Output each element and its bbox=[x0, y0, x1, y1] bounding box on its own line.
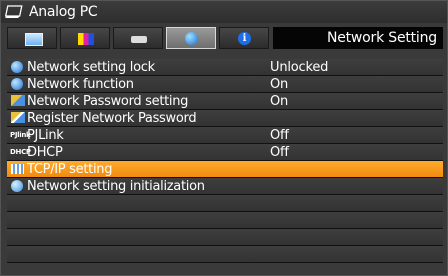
menu-item-value: Off bbox=[270, 145, 289, 160]
network-function-icon bbox=[11, 78, 23, 90]
network-settings-menu: Analog PC i Network Setting Network sett… bbox=[0, 0, 448, 276]
empty-row bbox=[7, 212, 443, 229]
tab-network[interactable] bbox=[166, 27, 216, 49]
menu-item-pjlink[interactable]: PJlink PJLink Off bbox=[7, 127, 443, 144]
menu-item-label: Register Network Password bbox=[27, 111, 197, 126]
menu-tab-bar: i Network Setting bbox=[7, 27, 443, 49]
menu-item-label: TCP/IP setting bbox=[27, 162, 113, 177]
picture-icon bbox=[25, 33, 43, 46]
projector-icon bbox=[131, 36, 147, 43]
input-source-label: Analog PC bbox=[29, 4, 98, 20]
info-icon: i bbox=[238, 32, 251, 45]
menu-item-register-network-password[interactable]: Register Network Password bbox=[7, 110, 443, 127]
menu-item-network-function[interactable]: Network function On bbox=[7, 76, 443, 93]
color-bars-icon bbox=[78, 33, 94, 45]
network-globe-icon bbox=[185, 32, 198, 45]
init-icon bbox=[11, 180, 23, 192]
menu-item-label: DHCP bbox=[27, 145, 63, 160]
empty-row bbox=[7, 195, 443, 212]
title-bar: Analog PC bbox=[1, 1, 447, 23]
menu-item-label: PJLink bbox=[27, 128, 64, 143]
menu-item-label: Network setting initialization bbox=[27, 179, 205, 194]
empty-row bbox=[7, 246, 443, 263]
tab-color-adjust[interactable] bbox=[60, 27, 110, 49]
menu-item-label: Network Password setting bbox=[27, 94, 189, 109]
empty-row bbox=[7, 229, 443, 246]
menu-item-value: Off bbox=[270, 128, 289, 143]
menu-item-network-setting-initialization[interactable]: Network setting initialization bbox=[7, 178, 443, 195]
password-icon bbox=[11, 95, 25, 106]
analog-pc-icon bbox=[5, 5, 23, 18]
menu-item-value: Unlocked bbox=[270, 60, 329, 75]
tab-title: Network Setting bbox=[273, 27, 443, 49]
tcpip-icon bbox=[11, 164, 24, 174]
menu-item-value: On bbox=[270, 77, 289, 92]
tab-information[interactable]: i bbox=[219, 27, 269, 49]
menu-item-network-setting-lock[interactable]: Network setting lock Unlocked bbox=[7, 59, 443, 76]
menu-item-dhcp[interactable]: DHCP DHCP Off bbox=[7, 144, 443, 161]
tab-setup[interactable] bbox=[113, 27, 163, 49]
tab-picture[interactable] bbox=[7, 27, 57, 49]
settings-list: Network setting lock Unlocked Network fu… bbox=[7, 59, 443, 263]
menu-item-network-password-setting[interactable]: Network Password setting On bbox=[7, 93, 443, 110]
menu-item-tcpip-setting[interactable]: TCP/IP setting bbox=[7, 161, 443, 178]
menu-item-label: Network function bbox=[27, 77, 134, 92]
menu-item-value: On bbox=[270, 94, 289, 109]
network-lock-icon bbox=[11, 61, 23, 73]
register-icon bbox=[11, 112, 25, 123]
menu-item-label: Network setting lock bbox=[27, 60, 155, 75]
